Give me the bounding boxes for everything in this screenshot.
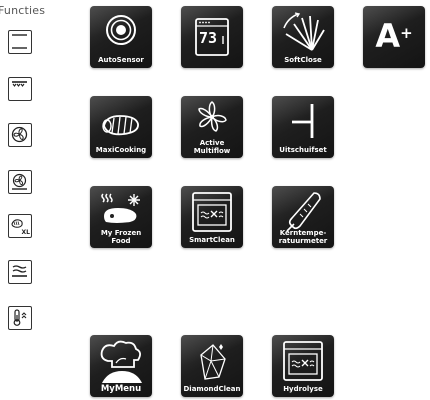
energy-class: A+ [363,18,425,54]
fan-with-heat-icon [8,170,32,194]
tile-label: Active Multiflow [181,139,243,155]
label-line1: Active [199,139,225,147]
maxicooking-tile: MaxiCooking [90,96,152,158]
tile-label: SoftClose [284,56,322,64]
tile-label: Kerntempe-ratuurmeter [272,229,334,245]
diamondclean-tile: DiamondClean [181,335,243,397]
grill-icon [8,77,32,101]
steam-heat-icon [8,260,32,284]
smartclean-tile: SmartClean [181,186,243,248]
mymenu-tile: MyMenu [90,335,152,397]
uitschuifset-tile: Uitschuifset [272,96,334,158]
tile-label: Uitschuifset [279,146,327,154]
xl-grill-icon: XL [8,214,32,238]
section-title: Functies [0,4,46,17]
softclose-tile: SoftClose [272,6,334,68]
timer-display: 73 [199,29,218,47]
energy-class-tile: A+ [363,6,425,68]
fan-icon [8,123,32,147]
energy-plus: + [400,24,413,42]
tile-label: Hydrolyse [283,385,323,393]
label-line2: ratuurmeter [278,237,328,245]
tile-label: MaxiCooking [95,146,147,154]
tile-label: DiamondClean [183,385,241,393]
multiflow-tile: Active Multiflow [181,96,243,158]
tile-label: AutoSensor [98,56,144,64]
label-line2: Food [111,237,131,245]
top-bottom-heat-icon [8,30,32,54]
frozen-food-tile: My Frozen Food [90,186,152,248]
hydrolyse-tile: Hydrolyse [272,335,334,397]
tile-label: MyMenu [100,384,142,394]
svg-text:XL: XL [22,229,31,236]
tile-label: My Frozen Food [90,229,152,245]
label-line2: Multiflow [193,147,231,155]
kerntemperatuurmeter-tile: Kerntempe-ratuurmeter [272,186,334,248]
timer-tile: 73 [181,6,243,68]
label-line1: My Frozen [100,229,142,237]
label-line1: Kerntempe- [279,229,327,237]
autosensor-tile: AutoSensor [90,6,152,68]
thermometer-icon [8,306,32,330]
energy-letter: A [375,17,401,55]
tile-label: SmartClean [189,236,235,244]
